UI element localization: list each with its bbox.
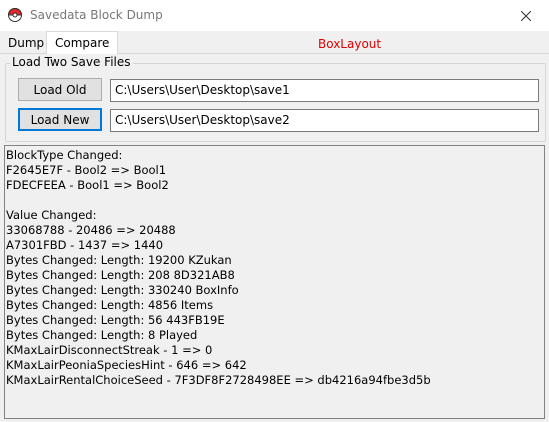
new-path-field[interactable]: C:\Users\User\Desktop\save2	[110, 109, 539, 132]
tab-dump[interactable]: Dump	[2, 33, 50, 53]
result-line: BlockType Changed:	[6, 148, 123, 162]
result-line: KMaxLairDisconnectStreak - 1 => 0	[6, 343, 213, 357]
tab-strip: Dump Compare	[0, 31, 549, 54]
close-button[interactable]	[503, 0, 549, 31]
close-icon	[521, 10, 531, 21]
result-line: Bytes Changed: Length: 56 443FB19E	[6, 313, 225, 327]
result-line: Value Changed:	[6, 208, 97, 222]
result-line: KMaxLairRentalChoiceSeed - 7F3DF8F272849…	[6, 373, 431, 387]
result-line: 33068788 - 20486 => 20488	[6, 223, 176, 237]
tab-compare[interactable]: Compare	[46, 31, 119, 54]
result-line: Bytes Changed: Length: 330240 BoxInfo	[6, 283, 239, 297]
result-line: Bytes Changed: Length: 208 8D321AB8	[6, 268, 235, 282]
pokeball-icon	[8, 8, 22, 22]
result-line: Bytes Changed: Length: 19200 KZukan	[6, 253, 232, 267]
result-line: F2645E7F - Bool2 => Bool1	[6, 163, 167, 177]
result-line: Bytes Changed: Length: 8 Played	[6, 328, 198, 342]
compare-results-textbox[interactable]: BlockType Changed: F2645E7F - Bool2 => Bo…	[4, 145, 545, 419]
result-line	[6, 193, 543, 208]
window-title: Savedata Block Dump	[30, 8, 163, 22]
result-line: Bytes Changed: Length: 4856 Items	[6, 298, 214, 312]
old-path-field[interactable]: C:\Users\User\Desktop\save1	[110, 79, 539, 102]
result-line: KMaxLairPeoniaSpeciesHint - 646 => 642	[6, 358, 247, 372]
result-line: FDECFEEA - Bool1 => Bool2	[6, 178, 169, 192]
load-old-button[interactable]: Load Old	[18, 78, 102, 101]
title-bar: Savedata Block Dump	[0, 0, 549, 31]
load-new-button[interactable]: Load New	[18, 108, 102, 131]
boxlayout-label: BoxLayout	[318, 37, 382, 51]
result-line: A7301FBD - 1437 => 1440	[6, 238, 164, 252]
group-title: Load Two Save Files	[10, 55, 133, 69]
